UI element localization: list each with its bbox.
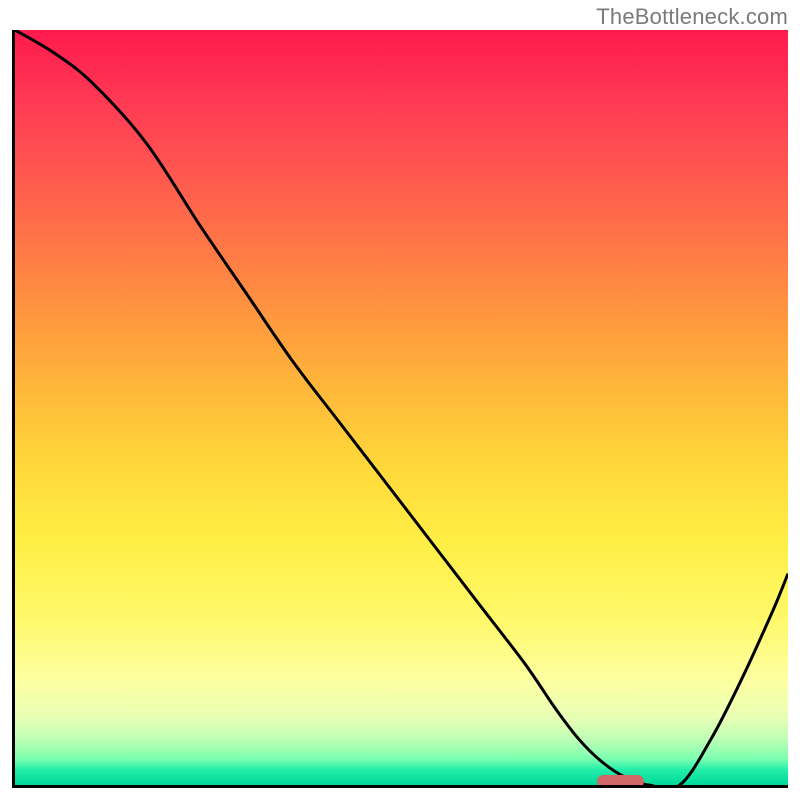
chart-container: TheBottleneck.com xyxy=(0,0,800,800)
optimal-marker xyxy=(597,775,644,788)
watermark-label: TheBottleneck.com xyxy=(596,4,788,30)
plot-area xyxy=(12,30,788,788)
curve-path xyxy=(15,30,788,785)
bottleneck-curve-svg xyxy=(15,30,788,785)
